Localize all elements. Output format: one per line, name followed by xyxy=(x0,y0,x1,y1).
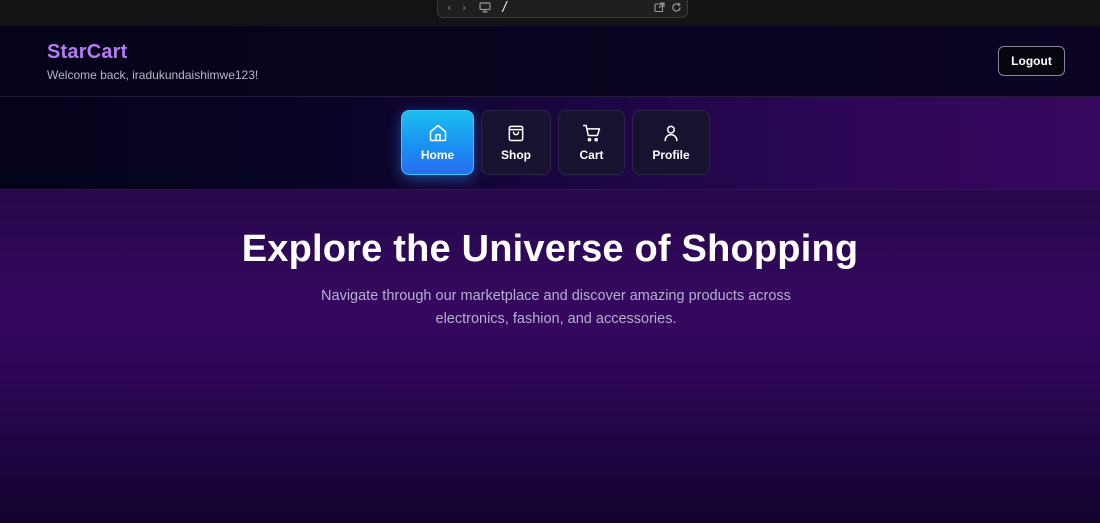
hero-section: Explore the Universe of Shopping Navigat… xyxy=(0,190,1100,523)
browser-chrome: ‹ › / xyxy=(0,0,1100,26)
nav-item-label: Profile xyxy=(652,148,690,162)
cart-icon xyxy=(582,124,600,142)
main-nav: Home Shop Cart Profile xyxy=(0,97,1100,190)
welcome-message: Welcome back, iradukundaishimwe123! xyxy=(47,68,259,82)
nav-item-label: Cart xyxy=(579,148,604,162)
hero-subtitle: Navigate through our marketplace and dis… xyxy=(321,288,791,327)
url-path[interactable]: / xyxy=(501,0,509,15)
nav-item-shop[interactable]: Shop xyxy=(481,110,551,175)
nav-item-label: Shop xyxy=(501,148,531,162)
monitor-icon[interactable] xyxy=(479,2,491,17)
nav-item-profile[interactable]: Profile xyxy=(632,110,710,175)
user-icon xyxy=(664,125,678,142)
back-icon[interactable]: ‹ xyxy=(447,1,451,15)
hero-title: Explore the Universe of Shopping xyxy=(241,228,859,270)
reload-icon[interactable] xyxy=(671,2,682,17)
nav-item-label: Home xyxy=(420,148,455,162)
brand-logo-text[interactable]: StarCart xyxy=(47,41,128,64)
app-header: StarCart Welcome back, iradukundaishimwe… xyxy=(0,26,1100,97)
nav-item-cart[interactable]: Cart xyxy=(558,110,625,175)
nav-item-home[interactable]: Home xyxy=(401,110,474,175)
forward-icon[interactable]: › xyxy=(462,1,466,15)
shopping-bag-icon xyxy=(508,125,524,142)
logout-button[interactable]: Logout xyxy=(998,46,1065,76)
address-bar[interactable]: ‹ › / xyxy=(437,0,688,18)
home-icon xyxy=(429,124,446,142)
external-link-icon[interactable] xyxy=(654,2,665,17)
